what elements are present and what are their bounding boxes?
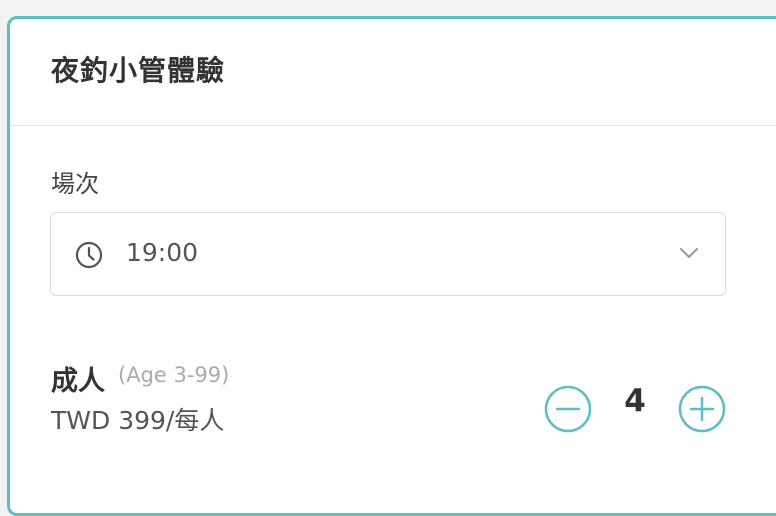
product-title: 夜釣小管體驗 — [51, 54, 226, 87]
card-header: 夜釣小管體驗 — [10, 19, 776, 126]
ticket-name: 成人 — [51, 366, 105, 397]
increment-button[interactable] — [678, 385, 726, 433]
ticket-price: TWD 399/每人 — [51, 406, 225, 435]
session-selected-time: 19:00 — [126, 238, 199, 267]
decrement-button[interactable] — [544, 385, 592, 433]
booking-card: 夜釣小管體驗 場次 19:00 成人 (Age 3-99) TWD 399/每人… — [7, 16, 776, 516]
session-label: 場次 — [51, 170, 99, 198]
chevron-down-icon — [680, 248, 698, 258]
clock-icon — [75, 241, 103, 269]
quantity-value: 4 — [624, 383, 646, 419]
session-select[interactable]: 19:00 — [50, 212, 726, 296]
ticket-age-range: (Age 3-99) — [118, 363, 230, 387]
ticket-row-adult: 成人 (Age 3-99) TWD 399/每人 4 — [51, 359, 731, 449]
